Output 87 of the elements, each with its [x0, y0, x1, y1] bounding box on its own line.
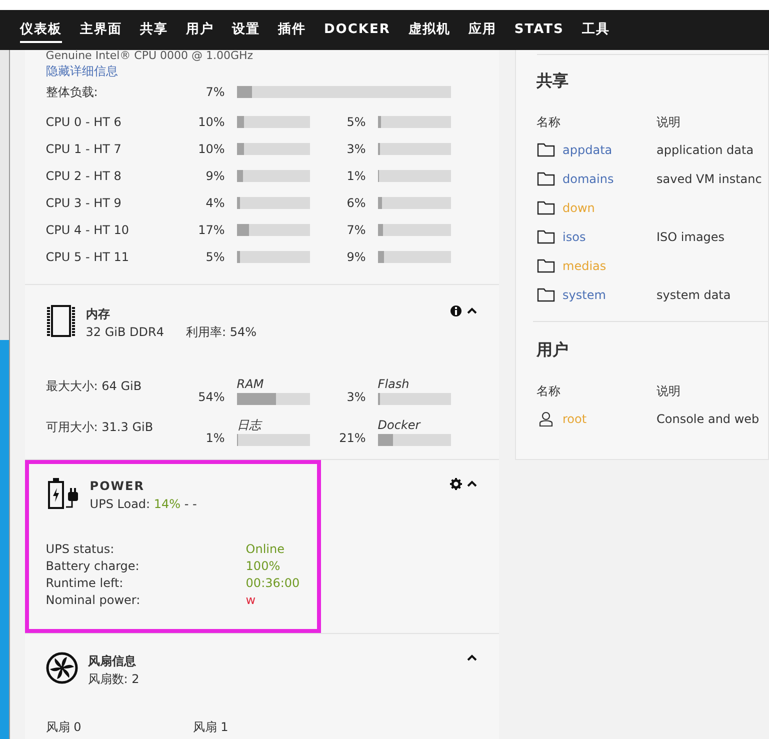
- description-text: system data: [656, 286, 731, 304]
- nav-tab[interactable]: 应用: [459, 10, 506, 50]
- bar-name: RAM: [236, 376, 265, 393]
- settings-icon: [450, 478, 462, 490]
- cpu-load-value: 17%: [197, 222, 226, 238]
- cpu-load-value: 7%: [346, 222, 367, 238]
- cpu-load-value: 5%: [204, 248, 226, 266]
- overall-load-label: 整体负载:: [46, 84, 99, 101]
- detail-label: Runtime left:: [46, 575, 124, 592]
- nav-tab[interactable]: DOCKER: [315, 10, 400, 50]
- ups-load-text: UPS Load: 14% - -: [90, 496, 198, 513]
- column-header: 名称: [536, 383, 562, 400]
- fan-icon: [46, 652, 78, 684]
- nav-tab[interactable]: STATS: [505, 10, 573, 50]
- nav-tab[interactable]: 插件: [269, 10, 315, 50]
- cpu-load-value: 9%: [204, 168, 226, 184]
- folder-icon: [536, 287, 555, 302]
- cpu-label: CPU 3 - HT 9: [46, 194, 122, 212]
- fan-label: 风扇 0: [46, 719, 82, 736]
- detail-value: Online: [246, 541, 285, 558]
- description-text: application data: [656, 142, 754, 158]
- detail-label: UPS status:: [46, 541, 116, 558]
- folder-icon: [536, 258, 555, 273]
- column-header: 说明: [656, 383, 682, 400]
- item-link[interactable]: system: [562, 286, 606, 304]
- cpu-label: CPU 1 - HT 7: [46, 140, 122, 158]
- battery-plug-icon: [46, 477, 80, 511]
- bar-name: Docker: [378, 417, 422, 434]
- cpu-label: CPU 0 - HT 6: [46, 114, 122, 130]
- folder-icon: [536, 200, 555, 215]
- section-title: POWER: [90, 478, 146, 495]
- bar-name: 日志: [236, 417, 264, 434]
- info-icon: [450, 305, 462, 317]
- detail-label: Nominal power:: [46, 592, 142, 609]
- description-text: ISO images: [656, 228, 725, 246]
- memory-value: 54%: [197, 389, 226, 406]
- cpu-label: CPU 5 - HT 11: [46, 248, 130, 266]
- cpu-load-value: 4%: [204, 194, 226, 212]
- memory-usage-text: 利用率: 54%: [186, 324, 257, 341]
- cpu-load-value: 10%: [197, 114, 226, 130]
- description-text: Console and web: [656, 410, 760, 428]
- nav-tab[interactable]: 主界面: [71, 10, 131, 50]
- memory-value: 3%: [346, 389, 367, 406]
- section-title: 内存: [86, 306, 111, 323]
- memory-value: 1%: [204, 430, 226, 447]
- nav-tab[interactable]: 共享: [131, 10, 177, 50]
- memory-label: 最大大小: 64 GiB: [46, 378, 143, 394]
- cpu-label: CPU 2 - HT 8: [46, 168, 122, 184]
- cpu-load-value: 9%: [346, 248, 367, 266]
- memory-value: 21%: [338, 430, 367, 447]
- cpu-load-value: 10%: [197, 140, 226, 158]
- section-title: 风扇信息: [88, 653, 137, 670]
- detail-value: w: [246, 592, 256, 609]
- bar-name: Flash: [378, 376, 410, 393]
- folder-icon: [536, 142, 555, 157]
- item-link[interactable]: appdata: [562, 140, 612, 158]
- description-text: saved VM instanc: [656, 170, 762, 188]
- item-link[interactable]: domains: [562, 170, 614, 188]
- cpu-label: CPU 4 - HT 10: [46, 222, 130, 238]
- user-icon: [536, 410, 555, 426]
- nav-tab[interactable]: 虚拟机: [399, 10, 460, 50]
- detail-value: 00:36:00: [246, 575, 300, 592]
- memory-label: 可用大小: 31.3 GiB: [46, 418, 154, 436]
- cpu-load-value: 5%: [346, 114, 367, 130]
- folder-icon: [536, 171, 555, 186]
- detail-label: Battery charge:: [46, 558, 140, 575]
- nav-tab[interactable]: 用户: [177, 10, 223, 50]
- fan-label: 风扇 1: [192, 719, 230, 736]
- cpu-load-value: 1%: [346, 168, 367, 184]
- nav-tab[interactable]: 工具: [572, 10, 619, 50]
- detail-value: 100%: [246, 558, 280, 575]
- column-header: 名称: [536, 114, 562, 131]
- item-link[interactable]: isos: [562, 228, 586, 246]
- overall-load-value: 7%: [204, 84, 226, 101]
- cpu-load-value: 6%: [346, 194, 367, 212]
- folder-icon: [536, 229, 555, 244]
- memory-capacity-text: 32 GiB DDR4: [86, 324, 164, 341]
- hide-details-link[interactable]: 隐藏详细信息: [46, 64, 118, 78]
- cpu-load-value: 3%: [346, 140, 367, 158]
- fan-count-text: 风扇数: 2: [88, 671, 140, 688]
- nav-tab[interactable]: 设置: [223, 10, 269, 50]
- section-title: 用户: [536, 339, 570, 361]
- section-title: 共享: [536, 70, 570, 92]
- cpu-model-text: Genuine Intel® CPU 0000 @ 1.00GHz: [46, 50, 254, 62]
- nav-tab[interactable]: 仪表板: [20, 10, 71, 50]
- column-header: 说明: [656, 114, 682, 131]
- memory-chip-icon: [46, 305, 76, 337]
